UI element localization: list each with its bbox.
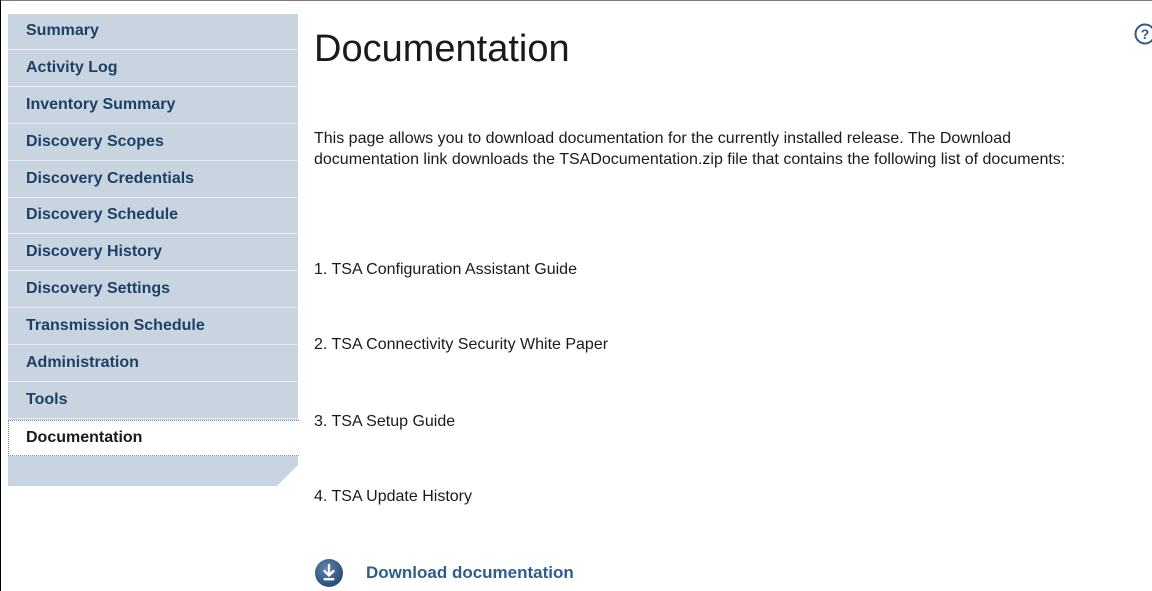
window-left-border bbox=[0, 0, 1, 591]
document-list-item: 3. TSA Setup Guide bbox=[314, 413, 456, 430]
sidebar-item-tools[interactable]: Tools bbox=[8, 383, 298, 419]
sidebar-item-discovery-credentials[interactable]: Discovery Credentials bbox=[8, 162, 298, 198]
document-list-item: 2. TSA Connectivity Security White Paper bbox=[314, 336, 609, 353]
sidebar-item-inventory-summary[interactable]: Inventory Summary bbox=[8, 88, 298, 124]
window-top-border bbox=[0, 0, 1152, 1]
sidebar-item-discovery-settings[interactable]: Discovery Settings bbox=[8, 272, 298, 308]
page-title: Documentation bbox=[314, 28, 570, 70]
sidebar-item-administration[interactable]: Administration bbox=[8, 346, 298, 382]
sidebar-item-documentation[interactable]: Documentation bbox=[8, 420, 299, 456]
help-icon-symbol: ? bbox=[1141, 26, 1150, 42]
download-documentation-link[interactable]: Download documentation bbox=[314, 558, 574, 588]
sidebar-item-transmission-schedule[interactable]: Transmission Schedule bbox=[8, 309, 298, 345]
sidebar-item-discovery-history[interactable]: Discovery History bbox=[8, 235, 298, 271]
sidebar-corner-cut bbox=[277, 464, 299, 486]
download-documentation-label: Download documentation bbox=[366, 563, 574, 582]
sidebar-item-activity-log[interactable]: Activity Log bbox=[8, 51, 298, 87]
help-icon[interactable]: ? bbox=[1134, 23, 1152, 45]
sidebar-item-discovery-schedule[interactable]: Discovery Schedule bbox=[8, 198, 298, 234]
intro-text: This page allows you to download documen… bbox=[314, 130, 1066, 168]
sidebar-item-summary[interactable]: Summary bbox=[8, 14, 298, 50]
sidebar-item-discovery-scopes[interactable]: Discovery Scopes bbox=[8, 125, 298, 161]
document-list-item: 4. TSA Update History bbox=[314, 488, 472, 505]
document-list-item: 1. TSA Configuration Assistant Guide bbox=[314, 261, 577, 278]
download-icon[interactable] bbox=[314, 558, 344, 588]
